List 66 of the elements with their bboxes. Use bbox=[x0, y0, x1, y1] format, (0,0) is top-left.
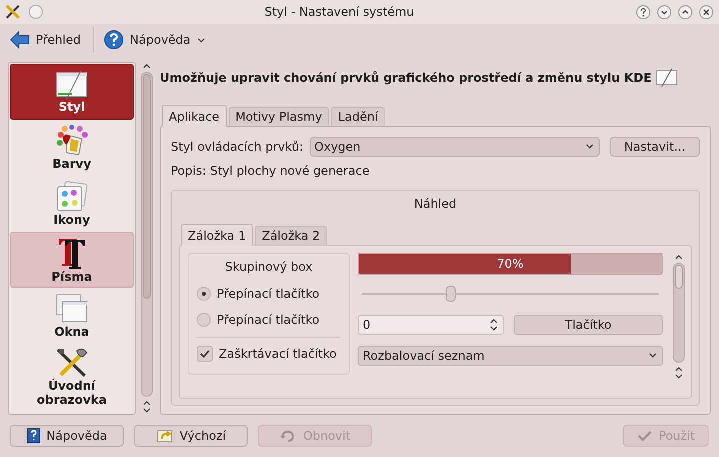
help-book-icon bbox=[26, 428, 41, 444]
tab[interactable]: Motivy Plasmy bbox=[228, 107, 330, 126]
arrow-left-icon bbox=[10, 31, 30, 49]
help-icon bbox=[104, 30, 124, 50]
checkmark-icon bbox=[636, 429, 653, 443]
scroll-up-icon[interactable] bbox=[142, 62, 152, 70]
windows-icon bbox=[55, 293, 89, 325]
preview-title: Náhled bbox=[413, 196, 458, 213]
footer-button[interactable]: Výchozí bbox=[134, 425, 248, 447]
field-label: Styl ovládacích prvků: bbox=[171, 139, 304, 156]
style-icon bbox=[656, 68, 678, 88]
radio-label[interactable]: Přepínací tlačítko bbox=[217, 285, 320, 303]
sidebar-item[interactable]: Styl bbox=[10, 64, 134, 120]
undo-folder-icon bbox=[156, 428, 174, 444]
scroll-up-icon[interactable] bbox=[674, 365, 684, 373]
scrollbar-track[interactable] bbox=[141, 72, 153, 397]
style-icon bbox=[55, 70, 89, 100]
icon-sheets-icon bbox=[56, 181, 88, 213]
scroll-down-icon[interactable] bbox=[142, 407, 152, 415]
description-text: Popis: Styl plochy nové generace bbox=[171, 163, 371, 180]
sidebar-item[interactable]: Úvodní obrazovka bbox=[10, 344, 134, 410]
footer-button[interactable]: Nápověda bbox=[10, 425, 124, 447]
caret-icon bbox=[648, 352, 658, 360]
tools-icon[interactable] bbox=[5, 4, 21, 20]
tools-icon bbox=[55, 347, 89, 379]
sidebar-item[interactable]: Okna bbox=[10, 288, 134, 344]
checkmark-icon bbox=[199, 348, 211, 360]
spin-arrows-icon bbox=[489, 318, 499, 332]
radio-button[interactable] bbox=[197, 313, 211, 327]
scrollbar-track[interactable] bbox=[673, 263, 685, 363]
checkbox-label[interactable]: Zaškrtávací tlačítko bbox=[219, 345, 337, 363]
scrollbar-thumb[interactable] bbox=[143, 74, 151, 299]
maximize-icon[interactable] bbox=[678, 4, 693, 20]
spinbox-field[interactable]: 0 bbox=[358, 315, 504, 335]
paint-bucket-icon bbox=[55, 125, 89, 157]
help-icon[interactable] bbox=[636, 4, 651, 20]
page-heading: Umožňuje upravit chování prvků grafického prostředí a změnu stylu KDE bbox=[160, 70, 652, 87]
scroll-up-icon[interactable] bbox=[674, 253, 684, 261]
push-button[interactable]: Tlačítko bbox=[514, 315, 663, 335]
slider-track[interactable] bbox=[362, 286, 659, 302]
scroll-up-icon[interactable] bbox=[142, 399, 152, 407]
group-box-title: Skupinový box bbox=[224, 259, 314, 276]
progress-reading: 70% bbox=[496, 256, 525, 273]
scrollbar-thumb[interactable] bbox=[675, 265, 683, 289]
sidebar-item[interactable]: Barvy bbox=[10, 120, 134, 176]
checkbox[interactable] bbox=[197, 346, 213, 362]
window-title: Styl - Nastavení systému bbox=[264, 4, 416, 21]
sidebar-item[interactable]: Ikony bbox=[10, 176, 134, 232]
dropdown-combo[interactable]: Rozbalovací seznam bbox=[358, 346, 663, 366]
radio-button[interactable] bbox=[197, 287, 211, 301]
configure-button[interactable]: Nastavit... bbox=[610, 137, 700, 157]
close-icon[interactable] bbox=[699, 4, 714, 20]
sidebar-item[interactable]: Písma bbox=[10, 232, 134, 288]
scroll-down-icon[interactable] bbox=[674, 373, 684, 381]
tab[interactable]: Ladění bbox=[331, 107, 386, 126]
tab[interactable]: Záložka 1 bbox=[181, 224, 254, 246]
minimize-icon[interactable] bbox=[657, 4, 672, 20]
caret-icon bbox=[585, 143, 595, 151]
tab[interactable]: Aplikace bbox=[162, 105, 227, 127]
font-letter-icon bbox=[57, 236, 87, 270]
tab[interactable]: Záložka 2 bbox=[255, 226, 328, 245]
style-combo[interactable]: Oxygen bbox=[310, 137, 600, 157]
help-button[interactable]: Nápověda bbox=[93, 27, 208, 53]
slider-thumb[interactable] bbox=[446, 286, 456, 302]
radio-label[interactable]: Přepínací tlačítko bbox=[217, 311, 320, 329]
back-button[interactable]: Přehled bbox=[8, 27, 84, 53]
